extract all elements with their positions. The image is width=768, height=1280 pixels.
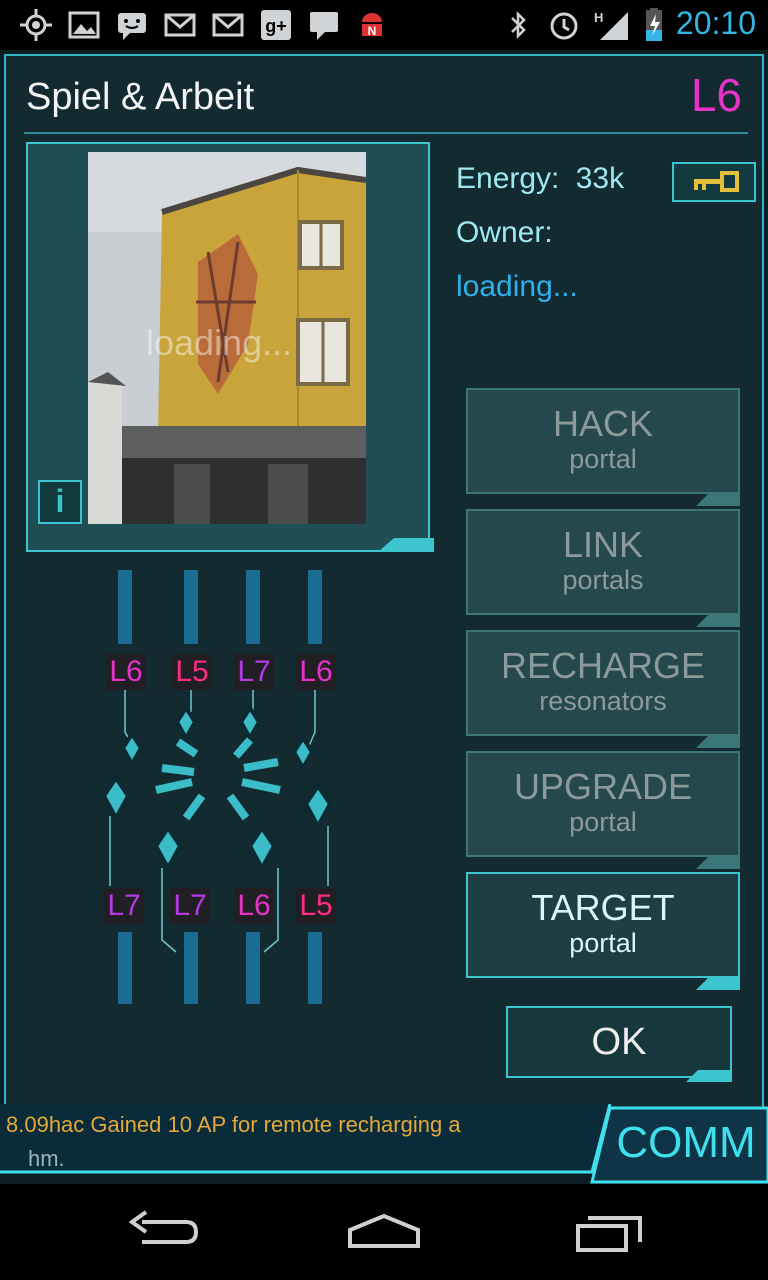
recharge-button-sublabel: resonators [539, 686, 667, 716]
resonator-level-label: L5 [296, 888, 336, 924]
google-plus-icon: g+ [258, 8, 294, 42]
button-notch [696, 736, 740, 748]
portal-level: L6 [690, 69, 742, 121]
resonator-level-label: L6 [234, 888, 274, 924]
hack-button[interactable]: HACK portal [466, 388, 740, 506]
battery-icon [636, 8, 672, 42]
button-notch [696, 857, 740, 869]
owner-label: Owner: [456, 216, 553, 249]
navigation-bar [0, 1184, 768, 1280]
link-button-sublabel: portals [562, 565, 644, 595]
resonator-level-label: L7 [170, 888, 210, 924]
resonator-level-label: L7 [234, 654, 274, 690]
resonator-level-label: L6 [296, 654, 336, 690]
recent-apps-icon[interactable] [560, 1204, 656, 1260]
button-notch [696, 615, 740, 627]
resonator-level-label: L5 [172, 654, 212, 690]
svg-text:H: H [594, 10, 603, 25]
comm-button[interactable]: COMM [604, 1110, 768, 1176]
status-time: 20:10 [675, 5, 756, 41]
image-icon [66, 8, 102, 42]
key-button[interactable] [672, 162, 756, 202]
message-icon [306, 8, 342, 42]
link-button-label: LINK [562, 524, 644, 565]
bluetooth-icon [500, 8, 536, 42]
home-icon[interactable] [336, 1204, 432, 1260]
portal-dialog: Spiel & Arbeit L6 loading... i Energy: 3… [4, 54, 764, 1110]
ok-button[interactable]: OK [506, 1006, 732, 1078]
energy-label: Energy: [456, 162, 560, 195]
upgrade-button-sublabel: portal [569, 807, 637, 837]
gmail-icon [210, 8, 246, 42]
energy-value: 33k [575, 162, 625, 195]
upgrade-button[interactable]: UPGRADE portal [466, 751, 740, 869]
comm-message: 8.09hac Gained 10 AP for remote rechargi… [6, 1112, 461, 1137]
chat-icon [114, 8, 150, 42]
button-notch [696, 978, 740, 990]
energy-line: Energy: 33k [456, 162, 624, 196]
signal-icon: H [592, 8, 628, 42]
recharge-button[interactable]: RECHARGE resonators [466, 630, 740, 748]
status-bar: g+ N H 20:10 [0, 0, 768, 50]
button-notch [696, 494, 740, 506]
hack-button-sublabel: portal [569, 444, 637, 474]
recharge-button-label: RECHARGE [500, 645, 706, 686]
svg-text:N: N [368, 24, 377, 38]
hack-button-label: HACK [552, 403, 654, 444]
gps-icon [18, 8, 54, 42]
svg-text:g+: g+ [265, 16, 287, 36]
resonator-level-label: L6 [106, 654, 146, 690]
android-icon: N [354, 8, 390, 42]
link-button[interactable]: LINK portals [466, 509, 740, 627]
upgrade-button-label: UPGRADE [513, 766, 693, 807]
target-button[interactable]: TARGET portal [466, 872, 740, 990]
comm-message-continued: hm. [28, 1146, 65, 1171]
gmail-icon [162, 8, 198, 42]
resonator-level-label: L7 [104, 888, 144, 924]
key-icon [674, 171, 754, 204]
target-button-sublabel: portal [569, 928, 637, 958]
target-button-label: TARGET [531, 887, 675, 928]
back-icon[interactable] [112, 1204, 208, 1260]
resonator-diagram [101, 570, 333, 1004]
alarm-icon [546, 8, 582, 42]
owner-value: loading... [456, 270, 578, 303]
